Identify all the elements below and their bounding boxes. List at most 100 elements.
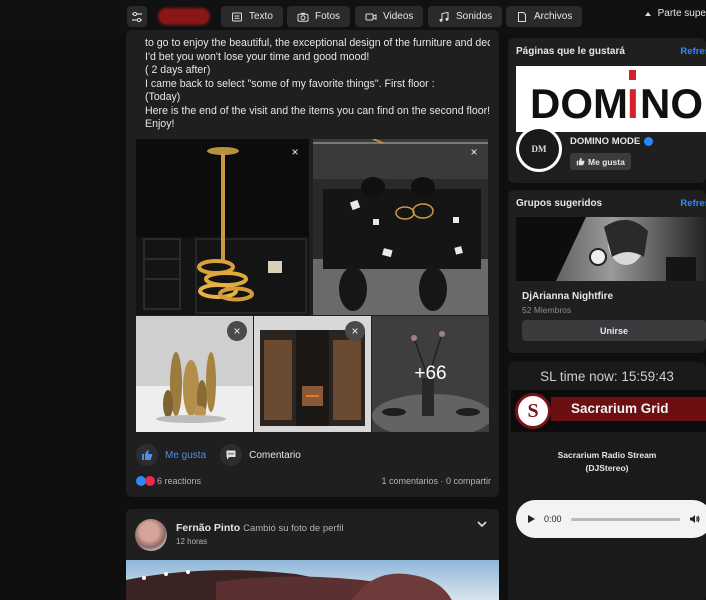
like-circle	[136, 444, 158, 466]
post-stats: 6 reactions 1 comentarios · 0 compartir	[136, 476, 491, 486]
post-text-line: to go to enjoy the beautiful, the except…	[145, 37, 490, 49]
audio-player: 0:00	[516, 500, 706, 538]
page-name-text: DOMINO MODE	[570, 136, 641, 147]
post-actions: Me gusta Comentario	[136, 443, 301, 467]
filter-button[interactable]	[127, 6, 147, 27]
post-action: Cambió su foto de perfil	[243, 523, 344, 534]
love-reaction-icon	[145, 476, 155, 486]
post-text-line: (Today)	[145, 91, 181, 103]
post-photo[interactable]	[126, 560, 499, 600]
like-page-button[interactable]: Me gusta	[570, 153, 631, 170]
post-text-line: I'd bet you won't lose your time and goo…	[145, 50, 370, 63]
tab-label: Archivos	[534, 11, 573, 22]
post-text-line: Here is the end of the visit and the ite…	[145, 104, 490, 117]
tab-videos[interactable]: Videos	[355, 6, 424, 27]
verified-icon	[644, 137, 654, 146]
suggested-pages-widget: Páginas que le gustará Refres DOM I NO D…	[508, 38, 706, 183]
post-text: to go to enjoy the beautiful, the except…	[145, 37, 490, 132]
avatar[interactable]	[135, 519, 167, 551]
feed-post: Fernão Pinto Cambió su foto de perfil 12…	[126, 509, 499, 600]
sl-radio-widget: SL time now: 15:59:43 S Sacrarium Grid S…	[508, 362, 706, 600]
suggested-groups-widget: Grupos sugeridos Refres DjArianna Nightf…	[508, 190, 706, 353]
volume-icon[interactable]	[689, 514, 700, 524]
comment-button[interactable]: Comentario	[220, 444, 301, 466]
group-name[interactable]: DjArianna Nightfire	[522, 291, 613, 302]
refresh-link[interactable]: Refres	[680, 46, 706, 57]
group-cover-image	[516, 217, 706, 281]
tab-archivos[interactable]: Archivos	[506, 6, 583, 27]
play-icon[interactable]	[528, 515, 535, 523]
photo-chandelier-image	[136, 147, 309, 315]
close-icon: ×	[291, 145, 299, 159]
page-name[interactable]: DOMINO MODE	[570, 136, 654, 147]
post-time[interactable]: 12 horas	[176, 537, 207, 546]
tab-label: Sonidos	[456, 11, 493, 22]
page-avatar[interactable]: DM	[516, 126, 562, 172]
file-icon	[518, 11, 526, 22]
tab-fotos[interactable]: Fotos	[287, 6, 351, 27]
remove-photo-button[interactable]: ×	[227, 321, 247, 341]
remove-photo-button[interactable]: ×	[464, 142, 484, 162]
sacrarium-banner[interactable]: S Sacrarium Grid	[511, 390, 706, 432]
top-toolbar: Texto Fotos Videos Sonidos Archivos Part…	[0, 0, 706, 34]
refresh-link[interactable]: Refres	[680, 198, 706, 209]
close-icon: ×	[233, 324, 241, 338]
video-icon	[365, 13, 377, 20]
text-icon	[232, 12, 242, 21]
player-time: 0:00	[544, 514, 562, 524]
like-button[interactable]: Me gusta	[136, 444, 206, 466]
remove-photo-button[interactable]: ×	[285, 142, 305, 162]
camera-icon	[297, 12, 309, 22]
sliders-icon	[132, 11, 142, 22]
tab-texto[interactable]: Texto	[221, 6, 283, 27]
more-photos-tile[interactable]: +66	[372, 316, 489, 432]
post-photo[interactable]: ×	[136, 316, 253, 432]
thumbs-up-icon	[576, 157, 585, 166]
comments-shares-count[interactable]: 1 comentarios · 0 compartir	[381, 476, 491, 486]
close-icon: ×	[470, 145, 478, 159]
domino-logo: DOM I NO	[516, 66, 706, 132]
reactions-summary[interactable]: 6 reactions	[136, 476, 201, 486]
banner-text: Sacrarium Grid	[571, 401, 669, 416]
logo-text-i: I	[627, 80, 639, 127]
thumbs-up-icon	[142, 450, 153, 460]
tab-label: Videos	[383, 11, 414, 22]
logo-text-right: NO	[640, 80, 703, 127]
post-menu-button[interactable]	[477, 519, 487, 531]
like-label: Me gusta	[165, 449, 207, 461]
tab-sonidos[interactable]: Sonidos	[428, 6, 503, 27]
post-text-line: ( 2 days after)	[145, 64, 211, 76]
domino-cover[interactable]: DOM I NO	[516, 66, 706, 132]
avatar-initials: DM	[519, 129, 559, 169]
post-photo[interactable]: ×	[254, 316, 371, 432]
chevron-down-icon	[477, 521, 487, 528]
join-group-button[interactable]: Unirse	[522, 320, 706, 341]
author-name[interactable]: Fernão Pinto	[176, 522, 240, 534]
post-author: Fernão Pinto Cambió su foto de perfil	[176, 522, 343, 534]
tab-label: Fotos	[315, 11, 341, 22]
close-icon: ×	[351, 324, 359, 338]
caret-up-icon	[644, 11, 651, 16]
group-members: 52 Miembros	[522, 305, 572, 315]
post-photo[interactable]: ×	[313, 139, 488, 315]
widget-title: Grupos sugeridos	[516, 198, 603, 209]
comment-label: Comentario	[249, 449, 301, 461]
stream-title: Sacrarium Radio Stream	[557, 450, 657, 460]
photo-dining-table-image	[313, 139, 488, 315]
stream-subtitle: (DJStereo)	[585, 463, 629, 473]
remove-photo-button[interactable]: ×	[345, 321, 365, 341]
progress-track[interactable]	[570, 517, 680, 521]
logo-text-left: DOM	[530, 80, 628, 127]
post-photo[interactable]: ×	[136, 139, 309, 315]
group-cover[interactable]	[516, 217, 706, 281]
tab-label: Texto	[249, 11, 273, 22]
more-photos-count: +66	[372, 316, 489, 432]
comment-circle	[220, 444, 243, 466]
post-text-line: I came back to select "some of my favori…	[145, 77, 435, 90]
blurred-profile-badge[interactable]	[158, 8, 210, 25]
feed-post: to go to enjoy the beautiful, the except…	[126, 30, 499, 497]
photo-pavilion-image	[126, 570, 452, 600]
scroll-top-link[interactable]: Parte supe	[644, 8, 706, 19]
like-page-label: Me gusta	[588, 156, 625, 167]
reactions-count: 6 reactions	[157, 476, 202, 486]
